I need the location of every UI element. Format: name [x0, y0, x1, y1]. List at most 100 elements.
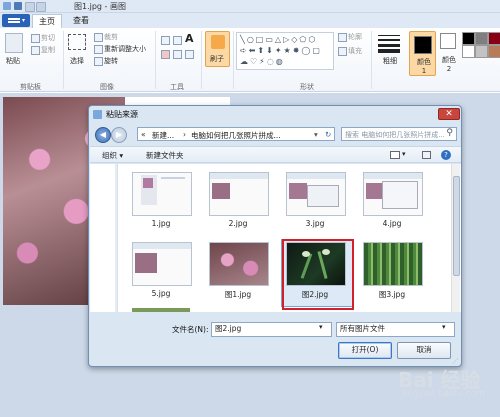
color1-swatch — [414, 36, 432, 54]
magnifier-icon[interactable] — [185, 50, 194, 59]
color2-swatch[interactable] — [440, 33, 456, 49]
title-bar: 图1.jpg - 画图 — [0, 0, 500, 13]
color1-label: 颜色 1 — [417, 58, 431, 75]
crop-button[interactable]: 裁剪 — [104, 32, 118, 42]
tab-home[interactable]: 主页 — [32, 14, 62, 28]
file-thumbnail — [209, 242, 269, 286]
outline-button[interactable]: 轮廓 — [348, 32, 362, 42]
dialog-title-bar: 粘贴来源 — [89, 106, 461, 123]
file-list-scrollbar[interactable] — [451, 164, 460, 312]
file-name: 图3.jpg — [378, 290, 406, 299]
address-dropdown-icon[interactable]: ▾ — [314, 130, 318, 139]
cut-button[interactable]: 剪切 — [41, 33, 55, 43]
address-part2[interactable]: 电脑如何把几张照片拼成... — [191, 130, 281, 141]
copy-icon — [31, 46, 40, 55]
open-button[interactable]: 打开(O) — [338, 342, 392, 359]
baidu-watermark-url: jingyan.baidu.com — [402, 389, 486, 399]
refresh-icon[interactable]: ↻ — [325, 130, 331, 139]
filename-dropdown-icon[interactable]: ▾ — [319, 323, 323, 331]
list-item[interactable]: 图1.jpg — [203, 242, 273, 304]
save-icon[interactable] — [14, 2, 22, 10]
shapes-group-label: 形状 — [300, 83, 314, 91]
view-options-icon[interactable] — [390, 151, 400, 159]
color2-label: 颜色 2 — [442, 56, 456, 73]
fill-button[interactable]: 填充 — [348, 46, 362, 56]
outline-icon — [338, 33, 347, 42]
file-thumbnail — [363, 172, 423, 216]
new-folder-button[interactable]: 新建文件夹 — [146, 150, 184, 161]
navigation-pane[interactable] — [90, 164, 117, 312]
clipboard-group-label: 剪贴板 — [20, 83, 41, 91]
organize-button[interactable]: 组织 ▾ — [102, 150, 123, 161]
address-bar[interactable]: « 新建... › 电脑如何把几张照片拼成... ▾ ↻ — [137, 127, 335, 141]
copy-button[interactable]: 复制 — [41, 45, 55, 55]
address-root: « — [141, 130, 146, 139]
paste-from-dialog: 粘贴来源 ✕ ◀ ▶ « 新建... › 电脑如何把几张照片拼成... ▾ ↻ … — [88, 105, 462, 367]
search-placeholder: 搜索 电脑如何把几张照片拼成... — [345, 131, 445, 139]
paint-app-icon — [3, 2, 11, 10]
list-item[interactable]: 图3.jpg — [357, 242, 427, 304]
resize-button[interactable]: 重新调整大小 — [104, 44, 146, 54]
view-dropdown-icon[interactable]: ▾ — [402, 150, 406, 158]
file-name: 5.jpg — [151, 289, 171, 298]
file-type-dropdown-icon[interactable]: ▾ — [442, 323, 446, 331]
filename-field[interactable]: 图2.jpg — [211, 322, 332, 337]
tools-group-label: 工具 — [170, 83, 184, 91]
paste-icon[interactable] — [5, 33, 23, 53]
select-button[interactable]: 选择 — [70, 56, 84, 66]
shapes-gallery[interactable]: ╲○□▭△▷◇⬠⬡ ➪⬅⬆⬇✦★✸◯▢ ☁♡⚡◌◍ — [236, 32, 334, 70]
list-item[interactable]: 3.jpg — [280, 172, 350, 234]
address-part1[interactable]: 新建... — [152, 130, 174, 141]
redo-icon[interactable] — [36, 2, 46, 12]
file-thumbnail — [209, 172, 269, 216]
color-picker-icon[interactable] — [173, 50, 182, 59]
paint-app-icon — [93, 110, 102, 119]
size-button[interactable]: 粗细 — [383, 56, 397, 66]
list-item[interactable]: 5.jpg — [126, 242, 196, 304]
list-item[interactable]: 4.jpg — [357, 172, 427, 234]
file-thumbnail — [363, 242, 423, 286]
file-name: 4.jpg — [382, 219, 402, 228]
color1-button[interactable]: 颜色 1 — [409, 31, 436, 76]
pencil-icon[interactable] — [161, 36, 170, 45]
fill-bucket-icon[interactable] — [173, 36, 182, 45]
file-menu-button[interactable]: ▾ — [2, 14, 30, 27]
back-button[interactable]: ◀ — [95, 127, 111, 143]
file-list: 1.jpg 2.jpg 3.jpg 4.jpg 5.jpg 图1.jpg 图2.… — [117, 164, 461, 312]
partial-thumbnail — [132, 308, 190, 312]
list-item[interactable]: 1.jpg — [126, 172, 196, 234]
file-name: 1.jpg — [151, 219, 171, 228]
address-row: ◀ ▶ « 新建... › 电脑如何把几张照片拼成... ▾ ↻ 搜索 电脑如何… — [93, 126, 457, 143]
help-icon[interactable]: ? — [441, 150, 451, 160]
brushes-button[interactable]: 刷子 — [205, 31, 230, 67]
rotate-icon — [94, 57, 103, 66]
fill-icon — [338, 47, 347, 56]
eraser-icon[interactable] — [161, 50, 170, 59]
paste-button[interactable]: 粘贴 — [6, 56, 20, 66]
list-item[interactable]: 2.jpg — [203, 172, 273, 234]
forward-button[interactable]: ▶ — [111, 127, 127, 143]
color-palette[interactable] — [462, 32, 500, 68]
text-tool-icon[interactable]: A — [185, 32, 194, 45]
close-button[interactable]: ✕ — [438, 108, 460, 120]
file-name: 3.jpg — [305, 219, 325, 228]
cancel-button[interactable]: 取消 — [397, 342, 451, 359]
file-name: 2.jpg — [228, 219, 248, 228]
dialog-toolbar: 组织 ▾ 新建文件夹 ▾ ? — [90, 146, 461, 163]
tab-view[interactable]: 查看 — [66, 14, 96, 28]
file-name: 图1.jpg — [224, 290, 252, 299]
highlight-box — [282, 239, 354, 310]
undo-icon[interactable] — [25, 2, 35, 12]
file-type-select[interactable]: 所有图片文件 — [336, 322, 455, 337]
resize-icon — [94, 45, 103, 54]
search-input[interactable]: 搜索 电脑如何把几张照片拼成... ⚲ — [341, 127, 457, 141]
line-size-icon[interactable] — [378, 33, 400, 53]
search-icon[interactable]: ⚲ — [446, 128, 453, 138]
scrollbar-thumb[interactable] — [453, 176, 460, 276]
rotate-button[interactable]: 旋转 — [104, 56, 118, 66]
brush-icon — [211, 35, 225, 49]
select-icon[interactable] — [68, 34, 86, 50]
preview-pane-icon[interactable] — [422, 151, 431, 159]
address-separator: › — [183, 130, 186, 139]
ribbon: 粘贴 剪切 复制 剪贴板 选择 裁剪 重新调整大小 旋转 图像 A 工具 刷子 … — [0, 28, 500, 92]
